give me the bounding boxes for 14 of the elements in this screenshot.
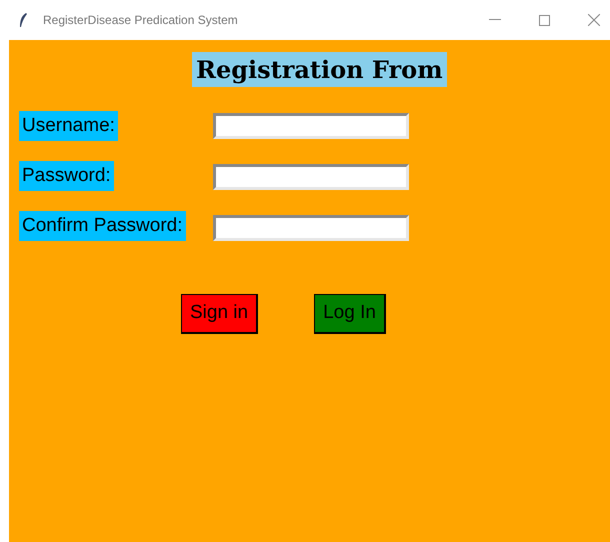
feather-icon	[18, 12, 28, 28]
minimize-icon[interactable]	[489, 19, 501, 21]
action-button[interactable]: Sign in	[181, 294, 258, 334]
field-label: Confirm Password:	[19, 211, 186, 241]
close-icon[interactable]	[588, 14, 600, 26]
field-label: Password:	[19, 161, 114, 191]
form-heading: Registration From	[192, 52, 447, 87]
input-field[interactable]	[213, 215, 409, 241]
field-label: Username:	[19, 111, 118, 141]
input-field[interactable]	[213, 164, 409, 190]
input-field[interactable]	[213, 113, 409, 139]
maximize-icon[interactable]	[539, 14, 550, 26]
action-button[interactable]: Log In	[314, 294, 386, 334]
window-title: RegisterDisease Predication System	[43, 12, 238, 29]
